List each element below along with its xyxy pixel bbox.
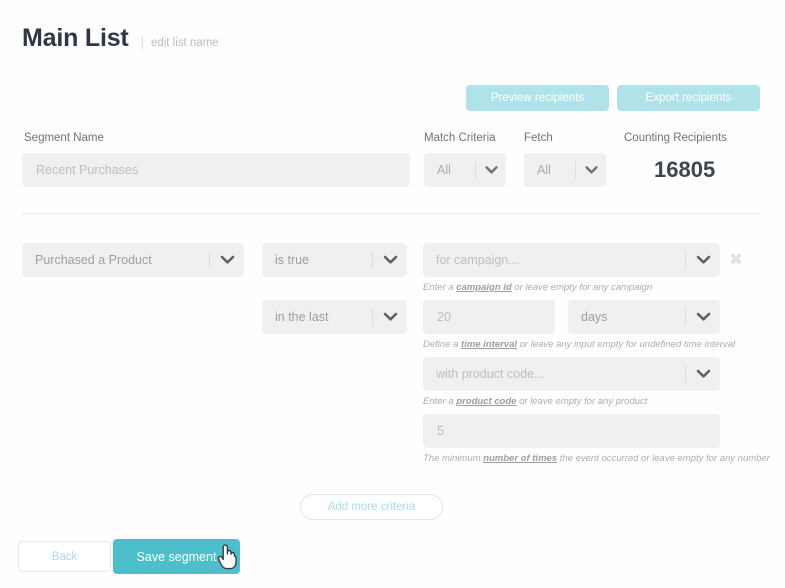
criteria-times-field: The minimum number of times the event oc… [423, 414, 770, 464]
campaign-hint-strong: campaign id [456, 282, 512, 293]
back-button[interactable]: Back [18, 541, 111, 572]
match-criteria-label: Match Criteria [424, 132, 496, 144]
chevron-down-icon [373, 312, 407, 322]
product-hint: Enter a product code or leave empty for … [423, 396, 720, 407]
interval-hint: Define a time interval or leave any inpu… [423, 339, 785, 350]
top-actions: Preview recipients Export recipients [466, 85, 760, 111]
campaign-hint-after: or leave empty for any campaign [511, 282, 653, 293]
criteria-when-field: in the last [262, 300, 407, 334]
criteria-campaign-value: for campaign... [436, 253, 519, 267]
save-segment-button[interactable]: Save segment [113, 539, 240, 574]
criteria-unit-select[interactable]: days [568, 300, 720, 334]
product-hint-after: or leave empty for any product [516, 396, 648, 407]
field-labels-row: Segment Name Match Criteria Fetch Counti… [0, 132, 785, 148]
match-criteria-value: All [437, 163, 451, 177]
chevron-down-icon [576, 165, 606, 175]
product-hint-strong: product code [456, 396, 517, 407]
criteria-attribute-field: Purchased a Product [22, 243, 244, 277]
campaign-hint-before: Enter a [423, 282, 457, 293]
criteria-when-value: in the last [275, 310, 329, 324]
criteria-attribute-select[interactable]: Purchased a Product [22, 243, 244, 277]
criteria-attribute-value: Purchased a Product [35, 253, 152, 267]
chevron-down-icon [686, 255, 720, 265]
segment-name-label: Segment Name [24, 132, 104, 144]
criteria-campaign-field: for campaign... Enter a campaign id or l… [423, 243, 720, 293]
match-criteria-select[interactable]: All [424, 153, 506, 187]
criteria-operator-select[interactable]: is true [262, 243, 407, 277]
counting-recipients-label: Counting Recipients [624, 132, 727, 144]
segment-name-input[interactable] [22, 153, 410, 187]
times-hint: The minimum number of times the event oc… [423, 453, 770, 464]
campaign-hint: Enter a campaign id or leave empty for a… [423, 282, 720, 293]
criteria-operator-field: is true [262, 243, 407, 277]
criteria-product-select[interactable]: with product code... [423, 357, 720, 391]
segment-builder-page: Main List | edit list name Preview recip… [0, 0, 785, 588]
product-hint-before: Enter a [423, 396, 457, 407]
page-title: Main List [22, 24, 129, 52]
criteria-unit-value: days [581, 310, 608, 324]
times-hint-after: the event occurred or leave empty for an… [557, 453, 770, 464]
edit-list-name-link[interactable]: edit list name [151, 37, 219, 49]
remove-criteria-icon[interactable]: ✖ [727, 251, 745, 269]
chevron-down-icon [373, 255, 407, 265]
page-header: Main List | edit list name [22, 24, 219, 53]
interval-hint-after: or leave any input empty for undefined t… [517, 339, 736, 350]
criteria-amount-field [423, 300, 555, 334]
fetch-select[interactable]: All [524, 153, 606, 187]
add-more-criteria-button[interactable]: Add more criteria [300, 494, 443, 520]
counting-recipients-value: 16805 [654, 157, 716, 182]
title-separator: | [140, 34, 144, 49]
chevron-down-icon [686, 312, 720, 322]
chevron-down-icon [210, 255, 244, 265]
criteria-campaign-select[interactable]: for campaign... [423, 243, 720, 277]
criteria-when-select[interactable]: in the last [262, 300, 407, 334]
chevron-down-icon [476, 165, 506, 175]
times-hint-before: The minimum [423, 453, 484, 464]
interval-hint-strong: time interval [461, 339, 517, 350]
criteria-product-field: with product code... Enter a product cod… [423, 357, 720, 407]
preview-recipients-button[interactable]: Preview recipients [466, 85, 609, 111]
times-hint-strong: number of times [483, 453, 558, 464]
chevron-down-icon [686, 369, 720, 379]
criteria-amount-input[interactable] [423, 300, 555, 334]
criteria-operator-value: is true [275, 253, 310, 267]
fetch-label: Fetch [524, 132, 553, 144]
section-divider [22, 213, 760, 214]
criteria-times-input[interactable] [423, 414, 720, 448]
fetch-value: All [537, 163, 551, 177]
criteria-product-value: with product code... [436, 367, 545, 381]
interval-hint-before: Define a [423, 339, 462, 350]
export-recipients-button[interactable]: Export recipients [617, 85, 760, 111]
criteria-unit-field: days Define a time interval or leave any… [423, 300, 735, 350]
